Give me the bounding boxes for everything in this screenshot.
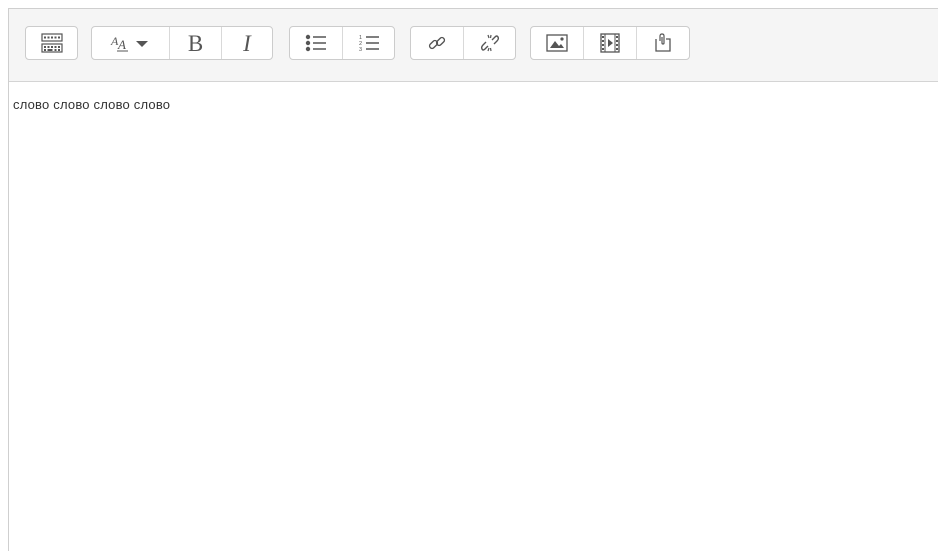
toolbar-group-links — [410, 26, 516, 60]
numbered-list-button[interactable]: 1 2 3 — [343, 27, 394, 59]
image-icon — [546, 34, 568, 52]
toolbar-group-text-style: A A B I — [91, 26, 273, 60]
manage-files-icon — [655, 33, 671, 52]
bulleted-list-icon — [305, 34, 326, 52]
toolbar-toggle-icon — [40, 33, 63, 53]
unlink-icon — [480, 34, 499, 52]
bulleted-list-button[interactable] — [290, 27, 343, 59]
editor-toolbar: A A B I 1 2 3 — [9, 9, 938, 82]
font-style-dropdown-button[interactable]: A A — [92, 27, 170, 59]
media-icon — [600, 33, 620, 53]
font-style-dropdown-icon: A A — [110, 34, 148, 52]
bold-button[interactable]: B — [170, 27, 222, 59]
toolbar-group-toggle — [25, 26, 78, 60]
unlink-button[interactable] — [464, 27, 515, 59]
svg-text:A: A — [117, 37, 126, 52]
insert-media-button[interactable] — [584, 27, 637, 59]
link-button[interactable] — [411, 27, 464, 59]
toolbar-toggle-button[interactable] — [26, 27, 77, 59]
italic-button[interactable]: I — [222, 27, 272, 59]
text-editor: A A B I 1 2 3 слово слово слово слово — [8, 8, 938, 551]
italic-icon: I — [243, 30, 251, 56]
insert-image-button[interactable] — [531, 27, 584, 59]
numbered-list-icon: 1 2 3 — [359, 35, 379, 53]
bold-icon: B — [187, 30, 204, 56]
svg-text:3: 3 — [359, 47, 362, 53]
editor-content-text: слово слово слово слово — [13, 97, 171, 112]
link-icon — [428, 36, 446, 50]
manage-files-button[interactable] — [637, 27, 689, 59]
editor-content-area[interactable]: слово слово слово слово — [9, 82, 938, 551]
toolbar-group-lists: 1 2 3 — [289, 26, 395, 60]
toolbar-group-insert — [530, 26, 690, 60]
